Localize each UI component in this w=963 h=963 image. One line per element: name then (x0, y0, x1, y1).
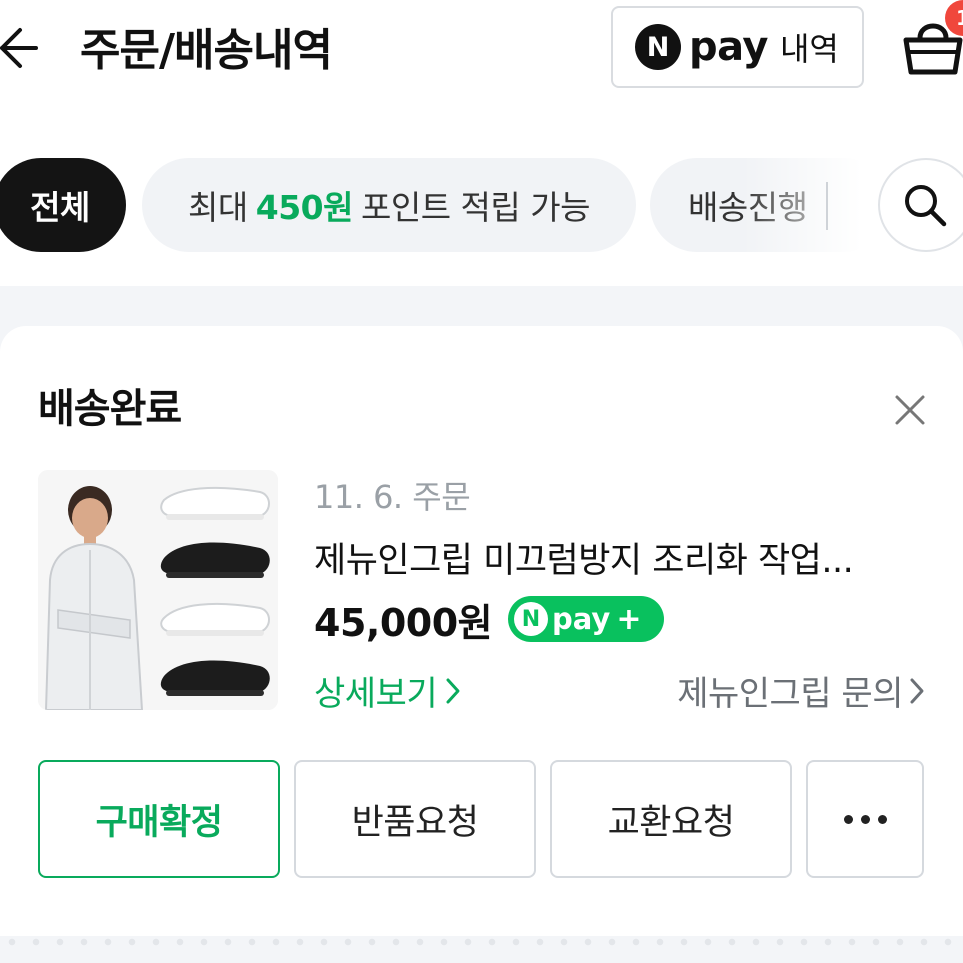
filter-chip-shipping[interactable]: 배송진행 (650, 158, 890, 252)
npay-plus-badge: N pay + (508, 596, 664, 642)
close-icon (895, 395, 925, 425)
product-name[interactable]: 제뉴인그립 미끄럼방지 조리화 작업... (314, 532, 914, 583)
point-chip-amount: 450원 (255, 188, 354, 227)
npay-plus-word: pay (552, 602, 611, 636)
filter-bar: 전체 최대 450원 포인트 적립 가능 배송진행 (0, 156, 963, 256)
point-chip-prefix: 최대 (188, 188, 248, 227)
detail-link[interactable]: 상세보기 (314, 666, 461, 715)
order-card: 배송완료 11. 6. 주문 제뉴인그립 미끄럼방지 조리화 작업... 45,… (0, 326, 963, 936)
order-status: 배송완료 (38, 386, 182, 432)
card-bottom-divider (0, 938, 963, 946)
product-image (38, 470, 278, 710)
seller-inquiry-link[interactable]: 제뉴인그립 문의 (677, 666, 925, 715)
more-options-button[interactable] (806, 760, 924, 878)
back-button[interactable] (0, 20, 44, 76)
delete-order-button[interactable] (890, 390, 930, 430)
point-chip-suffix: 포인트 적립 가능 (360, 188, 591, 227)
seller-inquiry-label: 제뉴인그립 문의 (677, 674, 903, 714)
order-date: 11. 6. 주문 (314, 478, 471, 516)
order-history-page: 주문/배송내역 N pay 내역 1 전체 최대 450원 포인트 적립 가능 … (0, 0, 963, 963)
npay-history-button[interactable]: N pay 내역 (611, 6, 864, 88)
back-arrow-icon (0, 28, 38, 68)
search-icon (905, 185, 947, 227)
filter-chip-all[interactable]: 전체 (0, 158, 126, 252)
search-button[interactable] (878, 158, 963, 252)
exchange-request-button[interactable]: 교환요청 (550, 760, 792, 878)
npay-plus-mark: N (514, 602, 548, 636)
more-dots-icon (843, 814, 887, 824)
shipping-chip-label: 배송진행 (688, 188, 808, 227)
chevron-right-icon (910, 678, 924, 703)
filter-divider (826, 182, 828, 230)
npay-history-label: 내역 (779, 30, 839, 68)
page-title: 주문/배송내역 (80, 25, 333, 76)
return-request-button[interactable]: 반품요청 (294, 760, 536, 878)
confirm-purchase-button[interactable]: 구매확정 (38, 760, 280, 878)
header: 주문/배송내역 N pay 내역 1 (0, 0, 963, 100)
npay-plus-sign: + (616, 601, 642, 637)
detail-link-label: 상세보기 (314, 674, 438, 714)
product-thumbnail[interactable] (38, 470, 278, 710)
product-price: 45,000원 (314, 601, 493, 645)
npay-logo-mark: N (635, 24, 681, 70)
filter-chip-point[interactable]: 최대 450원 포인트 적립 가능 (142, 158, 636, 252)
chevron-right-icon (446, 678, 460, 703)
npay-logo-word: pay (689, 24, 768, 70)
